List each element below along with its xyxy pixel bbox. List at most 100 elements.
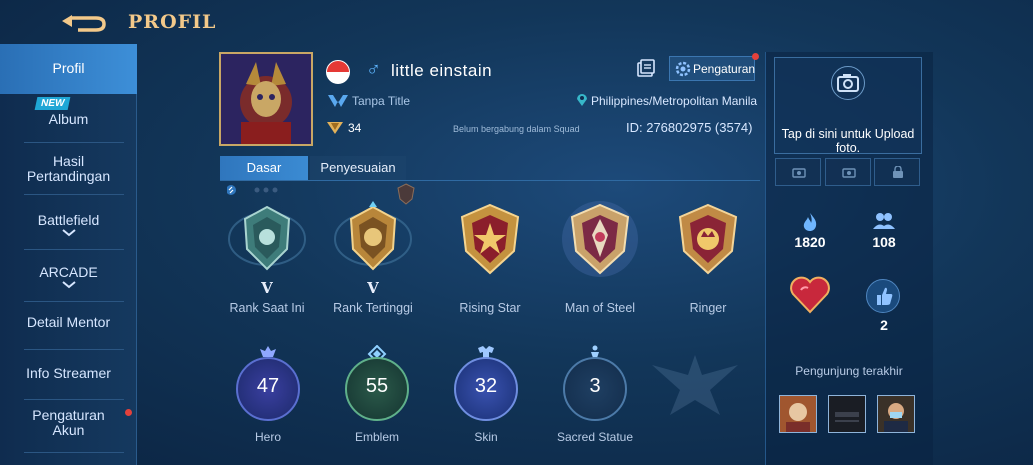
sidebar-item-label: Profil [52,60,85,76]
visitor-avatar-image [780,396,816,432]
player-location: Philippines/Metropolitan Manila [591,94,758,108]
stat-value: 32 [474,375,498,397]
medal-label: Rank Saat Ini [229,301,305,315]
tab-dasar[interactable]: Dasar [220,156,308,180]
squad-status: Belum bergabung dalam Squad [453,124,580,134]
settings-button[interactable]: Pengaturan [669,53,759,81]
rank-tier: V [261,279,273,297]
chevron-down-icon [61,281,76,289]
sidebar-item-label: Hasil Pertandingan [26,153,111,184]
top-bar: PROFIL [0,0,1033,44]
divider [24,349,124,350]
stat-value: 55 [365,375,389,397]
hero-portrait [221,54,311,144]
medal-label: Rank Tertinggi [333,301,413,315]
stat-sacred-statue[interactable]: 3 Sacred Statue [550,345,640,445]
camera-small-icon [792,168,806,178]
photo-slot-1[interactable] [775,158,821,186]
followers-icon [873,213,895,229]
heart-icon[interactable] [789,275,831,315]
level-icon [327,122,343,134]
rising-star-medal-icon [460,203,520,275]
medal-ringer[interactable]: Ringer [656,195,760,325]
popularity-flame-icon [803,213,817,231]
medal-rank-highest[interactable]: V Rank Tertinggi [321,195,425,325]
sidebar-item-info-streamer[interactable]: Info Streamer [0,365,137,389]
stat-label: Skin [474,430,498,444]
like-button[interactable] [866,279,900,313]
photo-slot-3[interactable] [874,158,920,186]
camera-icon [837,74,859,92]
visitor-avatar-image [829,396,865,432]
medal-label: Rising Star [459,301,521,315]
avatar[interactable] [219,52,313,146]
stat-label: Emblem [354,430,399,444]
lock-icon [893,166,903,178]
epic-rank-icon [228,205,306,271]
medal-rising-star[interactable]: Rising Star [438,195,542,325]
sidebar-item-detail-mentor[interactable]: Detail Mentor [0,314,137,338]
sidebar-item-label: Detail Mentor [26,314,111,330]
ringer-medal-icon [678,203,738,275]
divider [24,194,124,195]
upload-prompt: Tap di sini untuk Upload foto. [781,127,915,155]
camera-small-icon [842,168,856,178]
sidebar-item-battlefield[interactable]: Battlefield [0,212,137,246]
medal-man-of-steel[interactable]: Man of Steel [548,195,652,325]
visitor-avatar[interactable] [779,395,817,433]
stat-label: Sacred Statue [556,430,634,444]
sidebar-item-pengaturan-akun[interactable]: Pengaturan Akun [0,408,137,444]
sidebar-item-hasil-pertandingan[interactable]: Hasil Pertandingan [0,154,137,190]
sidebar-item-label: Battlefield [37,212,100,228]
sidebar-item-profil[interactable]: Profil [0,44,137,94]
legend-rank-icon [334,201,412,271]
stat-emblem[interactable]: 55 Emblem [332,345,422,445]
location-pin-icon [577,94,587,106]
medal-label: Ringer [689,301,727,315]
rank-tier: V [367,279,379,297]
player-name: little einstain [391,61,493,80]
popularity-value: 1820 [794,234,826,250]
new-badge: NEW [34,97,71,110]
visitor-avatar-image [878,396,914,432]
share-card-icon[interactable] [636,59,656,79]
wing-emblem-watermark-icon [652,355,738,415]
player-level: 34 [348,121,362,135]
stat-value: 47 [256,375,280,397]
tab-underline [220,180,760,181]
divider [24,249,124,250]
stat-skin[interactable]: 32 Skin [441,345,531,445]
camera-button[interactable] [831,66,865,100]
stat-label: Hero [254,430,281,444]
likes-value: 2 [880,317,888,333]
visitor-avatar[interactable] [877,395,915,433]
medal-rank-current[interactable]: V Rank Saat Ini [215,195,319,325]
sidebar-item-label: ARCADE [39,264,98,280]
sidebar-item-album[interactable]: NEW Album [0,96,137,140]
divider [24,452,124,453]
thumbs-up-icon [877,287,893,305]
title-icon [328,95,348,107]
gear-icon [675,61,691,77]
photo-slot-2[interactable] [825,158,871,186]
sidebar-item-arcade[interactable]: ARCADE [0,264,137,298]
notification-dot [125,409,132,416]
back-button[interactable] [58,6,108,36]
divider [24,301,124,302]
sidebar-item-label: Pengaturan Akun [32,407,105,438]
man-of-steel-medal-icon [562,201,638,277]
visitor-avatar[interactable] [828,395,866,433]
divider [24,399,124,400]
divider [24,142,124,143]
stat-hero[interactable]: 47 Hero [223,345,313,445]
page-title: PROFIL [128,11,217,33]
male-icon: ♂ [366,59,381,81]
chevron-down-icon [61,229,76,237]
sidebar-item-label: Album [48,111,89,127]
indonesia-flag-icon [326,60,350,84]
sidebar: Profil NEW Album Hasil Pertandingan Batt… [0,44,137,465]
back-arrow-icon [62,15,106,32]
player-title: Tanpa Title [352,94,411,108]
recent-visitors-label: Pengunjung terakhir [795,364,903,378]
tab-penyesuaian[interactable]: Penyesuaian [310,156,406,180]
